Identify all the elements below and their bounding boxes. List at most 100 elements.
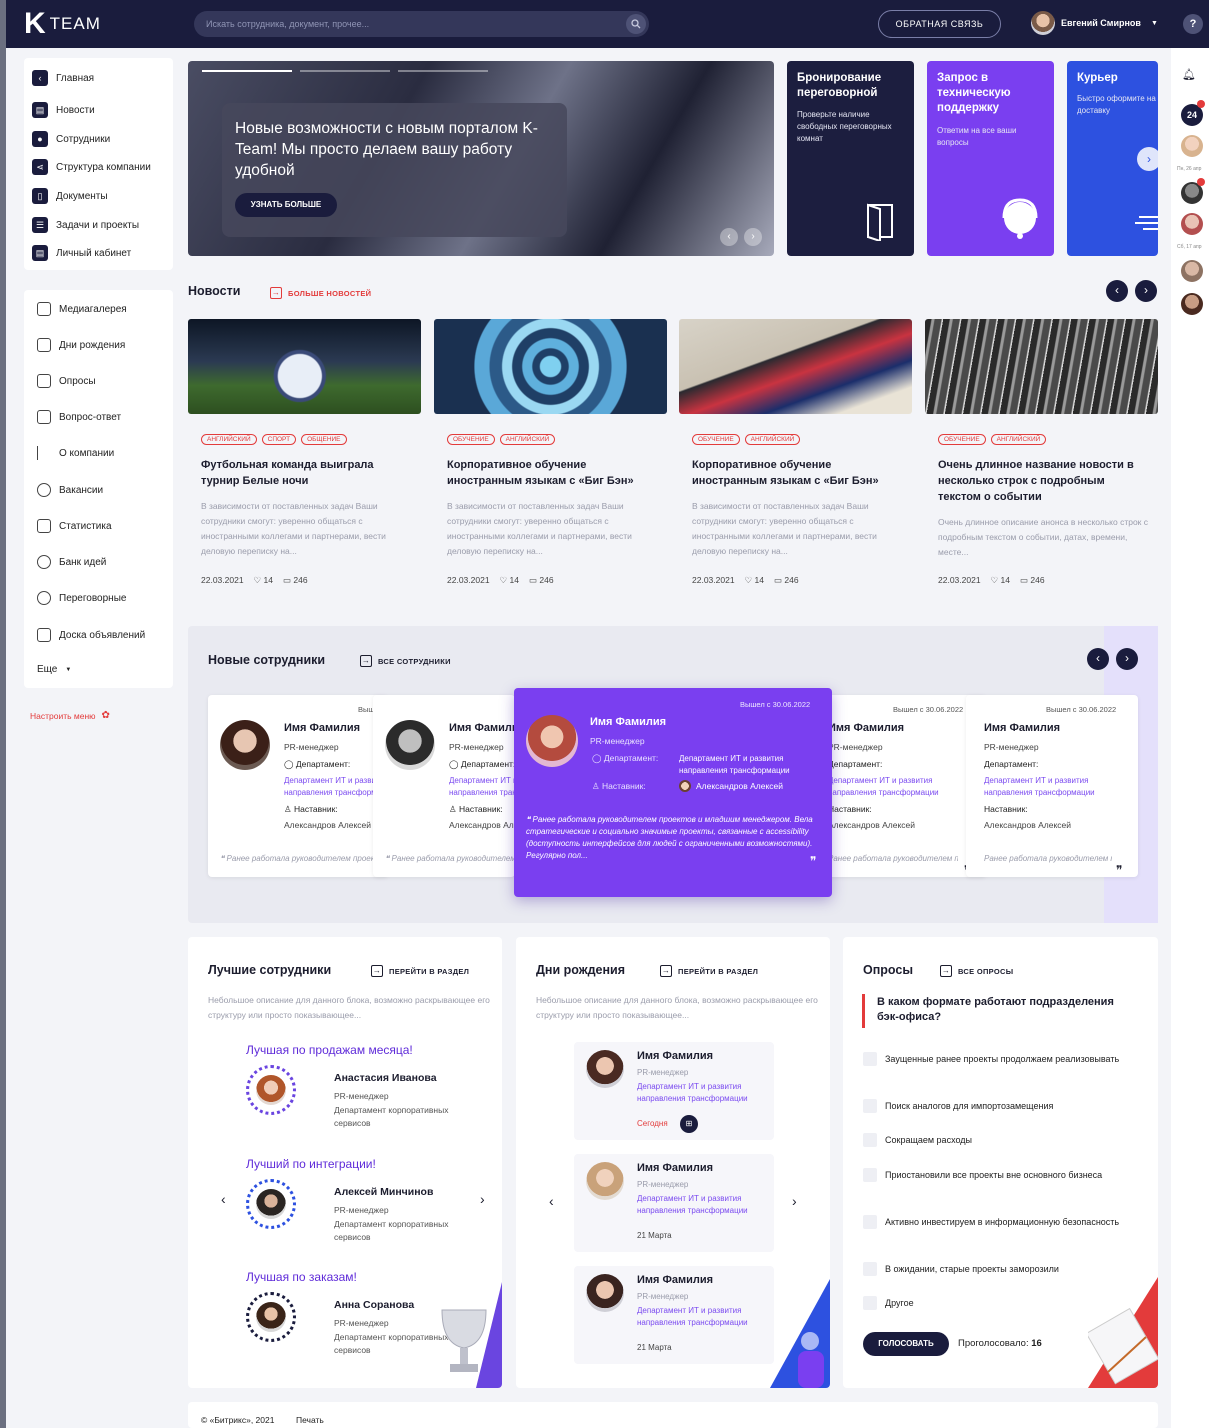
news-title[interactable]: Корпоративное обучение иностранным языка… (447, 457, 657, 489)
nav-item-meeting-rooms[interactable]: Переговорные (37, 591, 126, 605)
bell-icon[interactable]: 🔔︎ (1182, 68, 1196, 81)
news-card[interactable]: английский спорт общение Футбольная команд… (188, 319, 421, 585)
employee-card[interactable]: Вышел с 30.06.2022 Имя Фамилия PR-менедж… (966, 695, 1138, 877)
nav-item-structure[interactable]: ⋖ Структура компании (32, 159, 151, 175)
poll-option[interactable]: Заущенные ранее проекты продолжаем реали… (863, 1052, 1123, 1066)
nav-item-polls[interactable]: Опросы (37, 374, 96, 388)
employee-name[interactable]: Имя Фамилия (284, 722, 360, 734)
department-link[interactable]: Департамент ИТ и развития направления тр… (637, 1305, 772, 1329)
birthday-card[interactable]: Имя Фамилия PR-менеджер Департамент ИТ и… (574, 1154, 774, 1252)
chevron-right-icon[interactable]: › (744, 228, 762, 246)
search-input[interactable]: Искать сотрудника, документ, прочее... (194, 11, 649, 37)
tag[interactable]: обучение (447, 434, 495, 445)
tag[interactable]: английский (990, 434, 1047, 445)
employee-name[interactable]: Имя Фамилия (590, 716, 666, 728)
promo-courier[interactable]: Курьер Быстро оформите на доставку › (1067, 61, 1158, 256)
nav-item-employees[interactable]: ● Сотрудники (32, 131, 110, 147)
employee-name[interactable]: Имя Фамилия (637, 1050, 713, 1062)
avatar[interactable] (1181, 293, 1203, 315)
like-icon[interactable]: ♡ 14 (254, 575, 273, 586)
tag[interactable]: английский (201, 434, 257, 445)
avatar[interactable] (1181, 213, 1203, 235)
nav-item-ideas[interactable]: Банк идей (37, 555, 106, 569)
nav-item-board[interactable]: Доска объявлений (37, 628, 145, 642)
slide-indicator[interactable] (398, 70, 488, 72)
mentor-name[interactable]: Александров Алексей (284, 820, 371, 830)
poll-option[interactable]: Поиск аналогов для импортозамещения (863, 1099, 1123, 1113)
birthdays-link[interactable]: → ПЕРЕЙТИ В РАЗДЕЛ (660, 965, 758, 977)
best-employees-link[interactable]: → ПЕРЕЙТИ В РАЗДЕЛ (371, 965, 469, 977)
mentor-name[interactable]: Александров Алексей (449, 820, 515, 830)
employee-avatar[interactable] (256, 1189, 286, 1219)
promo-meeting-room[interactable]: Бронирование переговорной Проверьте нали… (787, 61, 914, 256)
promo-support[interactable]: Запрос в техническую поддержку Ответим н… (927, 61, 1054, 256)
slide-indicator-active[interactable] (202, 70, 292, 72)
employee-avatar[interactable] (256, 1302, 286, 1332)
checkbox[interactable] (863, 1296, 877, 1310)
birthday-card[interactable]: Имя Фамилия PR-менеджер Департамент ИТ и… (574, 1266, 774, 1364)
like-icon[interactable]: ♡ 14 (991, 575, 1010, 586)
news-title[interactable]: Очень длинное название новости в несколь… (938, 457, 1148, 505)
configure-menu-link[interactable]: Настроить меню ✿ (30, 710, 110, 721)
nav-item-faq[interactable]: Вопрос-ответ (37, 410, 121, 424)
search-icon[interactable] (626, 14, 646, 34)
nav-item-documents[interactable]: ▯ Документы (32, 188, 108, 204)
employee-name[interactable]: Алексей Минчинов (334, 1186, 433, 1198)
department-link[interactable]: Департамент ИТ и развития направления тр… (984, 775, 1124, 799)
employee-card-active[interactable]: Вышел с 30.06.2022 Имя Фамилия PR-менедж… (514, 688, 832, 897)
department-link[interactable]: Департамент ИТ и развития направления тр… (679, 753, 819, 777)
checkbox[interactable] (863, 1262, 877, 1276)
department-link[interactable]: Департамент ИТ и развития направления тр… (449, 775, 515, 799)
mentor-name[interactable]: Александров Алексей (696, 781, 783, 791)
poll-option[interactable]: Активно инвестируем в информационную без… (863, 1215, 1123, 1229)
gift-icon[interactable]: ⊞ (680, 1115, 698, 1133)
like-icon[interactable]: ♡ 14 (500, 575, 519, 586)
news-title[interactable]: Футбольная команда выиграла турнир Белые… (201, 457, 411, 489)
learn-more-button[interactable]: УЗНАТЬ БОЛЬШЕ (235, 193, 337, 217)
news-card[interactable]: обучение английский Очень длинное названи… (925, 319, 1158, 585)
chevron-right-icon[interactable]: › (480, 1191, 485, 1207)
nav-item-gallery[interactable]: Медиагалерея (37, 302, 127, 316)
nav-item-more[interactable]: Еще ▼ (37, 664, 71, 675)
nav-item-home[interactable]: ‹ Главная (32, 70, 94, 86)
nav-item-tasks[interactable]: ☰ Задачи и проекты (32, 217, 139, 233)
nav-item-news[interactable]: ▤ Новости (32, 102, 95, 118)
chevron-left-icon[interactable]: ‹ (720, 228, 738, 246)
employee-name[interactable]: Анастасия Иванова (334, 1072, 437, 1084)
help-icon[interactable]: ? (1183, 14, 1203, 34)
poll-option[interactable]: Приостановили все проекты вне основного … (863, 1168, 1123, 1182)
employee-name[interactable]: Имя Фамилия (828, 722, 904, 734)
feedback-button[interactable]: ОБРАТНАЯ СВЯЗЬ (878, 10, 1001, 38)
chevron-left-icon[interactable]: ‹ (221, 1191, 226, 1207)
news-title[interactable]: Корпоративное обучение иностранным языка… (692, 457, 902, 489)
nav-item-birthdays[interactable]: Дни рождения (37, 338, 125, 352)
checkbox[interactable] (863, 1168, 877, 1182)
mentor-name[interactable]: Александров Алексей (984, 820, 1071, 830)
comment-icon[interactable]: ▭ 246 (529, 575, 554, 586)
chevron-right-icon[interactable]: › (1137, 147, 1158, 171)
avatar[interactable] (1181, 135, 1203, 157)
nav-item-vacancies[interactable]: Вакансии (37, 483, 103, 497)
birthday-card[interactable]: Имя Фамилия PR-менеджер Департамент ИТ и… (574, 1042, 774, 1140)
checkbox[interactable] (863, 1099, 877, 1113)
user-menu[interactable]: Евгений Смирнов ▼ (1031, 11, 1158, 35)
employee-name[interactable]: Анна Соранова (334, 1299, 414, 1311)
department-link[interactable]: Департамент ИТ и развития направления тр… (828, 775, 968, 799)
news-card[interactable]: обучение английский Корпоративное обучени… (434, 319, 667, 585)
logo[interactable]: K TEAM (24, 9, 101, 39)
employee-card[interactable]: Выш Имя Фамилия PR-менеджер ◯ Департамен… (208, 695, 388, 877)
poll-option[interactable]: Сокращаем расходы (863, 1133, 1123, 1147)
comment-icon[interactable]: ▭ 246 (1020, 575, 1045, 586)
nav-item-stats[interactable]: Статистика (37, 519, 112, 533)
vote-button[interactable]: ГОЛОСОВАТЬ (863, 1332, 949, 1356)
more-news-link[interactable]: → БОЛЬШЕ НОВОСТЕЙ (270, 287, 371, 299)
poll-option[interactable]: Другое (863, 1296, 1123, 1310)
tag[interactable]: общение (301, 434, 347, 445)
mentor-name[interactable]: Александров Алексей (828, 820, 915, 830)
checkbox[interactable] (863, 1215, 877, 1229)
all-employees-link[interactable]: → ВСЕ СОТРУДНИКИ (360, 655, 451, 667)
slide-indicator[interactable] (300, 70, 390, 72)
comment-icon[interactable]: ▭ 246 (774, 575, 799, 586)
news-card[interactable]: обучение английский Корпоративное обучени… (679, 319, 912, 585)
nav-item-about[interactable]: О компании (37, 446, 114, 460)
